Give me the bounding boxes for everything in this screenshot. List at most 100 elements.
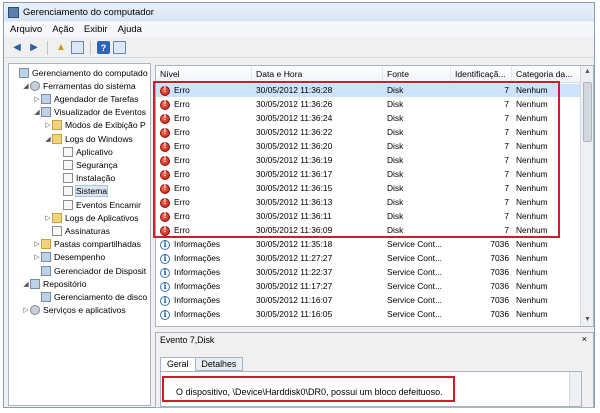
cell-category: Nenhum bbox=[516, 267, 548, 277]
help-icon[interactable]: ? bbox=[97, 41, 110, 54]
menu-exibir[interactable]: Exibir bbox=[84, 24, 108, 35]
info-icon bbox=[160, 239, 170, 250]
title-bar: Gerenciamento do computador bbox=[4, 3, 594, 21]
column-header-datetime[interactable]: Data e Hora bbox=[252, 66, 383, 83]
table-row[interactable]: Erro 30/05/2012 11:36:22 Disk 7 Nenhum bbox=[156, 126, 580, 139]
table-row[interactable]: Informações 30/05/2012 11:16:07 Service Co… bbox=[156, 294, 580, 307]
cell-id: 7036 bbox=[490, 295, 509, 305]
expand-arrow-icon[interactable]: ▷ bbox=[33, 95, 41, 103]
disk-icon bbox=[41, 291, 51, 302]
table-row[interactable]: Informações 30/05/2012 11:22:37 Service Co… bbox=[156, 266, 580, 279]
cell-datetime: 30/05/2012 11:16:07 bbox=[256, 295, 333, 305]
error-icon bbox=[160, 225, 170, 236]
expand-arrow-icon[interactable]: ▷ bbox=[33, 240, 41, 248]
expand-arrow-icon[interactable]: ◢ bbox=[44, 135, 52, 143]
table-row[interactable]: Informações 30/05/2012 11:16:05 Service Co… bbox=[156, 308, 580, 321]
cell-datetime: 30/05/2012 11:36:26 bbox=[256, 99, 333, 109]
cell-category: Nenhum bbox=[516, 281, 548, 291]
cell-category: Nenhum bbox=[516, 99, 548, 109]
back-arrow-icon[interactable]: ◀ bbox=[10, 41, 24, 55]
tree-item[interactable]: ▷ Serviços e aplicativos bbox=[22, 304, 126, 317]
table-row[interactable]: Erro 30/05/2012 11:36:17 Disk 7 Nenhum bbox=[156, 168, 580, 181]
menu-arquivo[interactable]: Arquivo bbox=[10, 24, 42, 35]
tree-item[interactable]: ▷ Desempenho bbox=[33, 251, 105, 264]
expand-arrow-icon[interactable]: ◢ bbox=[22, 82, 30, 90]
detail-scrollbar[interactable] bbox=[569, 372, 581, 406]
tree-item[interactable]: Instalação bbox=[55, 172, 115, 185]
table-row[interactable]: Erro 30/05/2012 11:36:20 Disk 7 Nenhum bbox=[156, 140, 580, 153]
expand-arrow-icon[interactable]: ▷ bbox=[22, 306, 30, 314]
tree-item[interactable]: ◢ Logs do Windows bbox=[44, 132, 133, 145]
error-icon bbox=[160, 99, 170, 110]
table-row[interactable]: Erro 30/05/2012 11:36:19 Disk 7 Nenhum bbox=[156, 154, 580, 167]
column-header-source[interactable]: Fonte bbox=[383, 66, 451, 83]
table-row[interactable]: Erro 30/05/2012 11:36:09 Disk 7 Nenhum bbox=[156, 224, 580, 237]
tree-item[interactable]: ▷ Modos de Exibição P bbox=[44, 119, 146, 132]
table-row[interactable]: Informações 30/05/2012 11:17:27 Service Co… bbox=[156, 280, 580, 293]
close-icon[interactable]: × bbox=[582, 334, 587, 344]
cell-level: Informações bbox=[174, 267, 221, 277]
log-icon bbox=[63, 186, 73, 197]
info-icon bbox=[160, 295, 170, 306]
cell-id: 7036 bbox=[490, 309, 509, 319]
table-row[interactable]: Erro 30/05/2012 11:36:11 Disk 7 Nenhum bbox=[156, 210, 580, 223]
cell-category: Nenhum bbox=[516, 211, 548, 221]
expand-arrow-icon[interactable]: ▷ bbox=[44, 121, 52, 129]
tree-item[interactable]: Segurança bbox=[55, 158, 118, 171]
tree-item[interactable]: Gerenciamento do computado bbox=[11, 66, 148, 79]
column-header-level[interactable]: Nível bbox=[156, 66, 252, 83]
table-row[interactable]: Erro 30/05/2012 11:36:13 Disk 7 Nenhum bbox=[156, 196, 580, 209]
table-row[interactable]: Erro 30/05/2012 11:36:28 Disk 7 Nenhum bbox=[156, 84, 580, 98]
cell-category: Nenhum bbox=[516, 309, 548, 319]
table-row[interactable]: Erro 30/05/2012 11:36:24 Disk 7 Nenhum bbox=[156, 112, 580, 125]
table-row[interactable]: Informações 30/05/2012 11:35:18 Service Co… bbox=[156, 238, 580, 251]
column-header-category[interactable]: Categoria da... bbox=[512, 66, 582, 83]
column-header-event-id[interactable]: Identificaçã... bbox=[451, 66, 512, 83]
tree-item-label: Instalação bbox=[76, 173, 116, 184]
properties-icon[interactable] bbox=[113, 41, 126, 54]
expand-arrow-icon[interactable]: ◢ bbox=[33, 108, 41, 116]
expand-arrow-icon[interactable]: ◢ bbox=[22, 280, 30, 288]
menu-ajuda[interactable]: Ajuda bbox=[118, 24, 142, 35]
error-icon bbox=[160, 85, 170, 96]
tab-detalhes[interactable]: Detalhes bbox=[194, 357, 244, 371]
forward-arrow-icon[interactable]: ▶ bbox=[27, 41, 41, 55]
tree-item[interactable]: ◢ Ferramentas do sistema bbox=[22, 79, 136, 92]
tree-item[interactable]: ▷ Pastas compartilhadas bbox=[33, 238, 141, 251]
scroll-down-icon[interactable]: ▼ bbox=[581, 314, 593, 326]
log-icon bbox=[63, 199, 73, 210]
tools-icon bbox=[30, 80, 40, 91]
cell-category: Nenhum bbox=[516, 183, 548, 193]
tree-item[interactable]: Eventos Encamir bbox=[55, 198, 141, 211]
table-row[interactable]: Erro 30/05/2012 11:36:26 Disk 7 Nenhum bbox=[156, 98, 580, 111]
tree-item[interactable]: Assinaturas bbox=[44, 224, 110, 237]
table-row[interactable]: Erro 30/05/2012 11:36:15 Disk 7 Nenhum bbox=[156, 182, 580, 195]
up-folder-icon[interactable]: ▲ bbox=[54, 41, 68, 55]
tree-item[interactable]: Sistema bbox=[55, 185, 109, 198]
menu-acao[interactable]: Ação bbox=[52, 24, 74, 35]
cell-level: Erro bbox=[174, 197, 190, 207]
tree-item[interactable]: ▷ Agendador de Tarefas bbox=[33, 92, 138, 105]
event-list-scrollbar[interactable]: ▲ ▼ bbox=[580, 66, 593, 326]
show-hide-console-tree-icon[interactable] bbox=[71, 41, 84, 54]
cell-category: Nenhum bbox=[516, 113, 548, 123]
tree-item[interactable]: ▷ Logs de Aplicativos bbox=[44, 211, 139, 224]
cell-source: Service Cont... bbox=[387, 253, 442, 263]
expand-arrow-icon[interactable]: ▷ bbox=[33, 253, 41, 261]
scroll-up-icon[interactable]: ▲ bbox=[581, 66, 593, 78]
tree-item[interactable]: Aplicativo bbox=[55, 145, 113, 158]
shared-folder-icon bbox=[41, 239, 51, 250]
console-tree: Gerenciamento do computado ◢ Ferramentas d… bbox=[8, 63, 151, 406]
expand-arrow-icon[interactable]: ▷ bbox=[44, 214, 52, 222]
table-row[interactable]: Informações 30/05/2012 11:27:27 Service Co… bbox=[156, 252, 580, 265]
cell-source: Service Cont... bbox=[387, 267, 442, 277]
tree-item[interactable]: ◢ Repositório bbox=[22, 277, 86, 290]
cell-source: Service Cont... bbox=[387, 239, 442, 249]
tree-item-label: Assinaturas bbox=[65, 225, 110, 236]
tree-item[interactable]: ◢ Visualizador de Eventos bbox=[33, 106, 146, 119]
cell-level: Erro bbox=[174, 169, 190, 179]
tree-item[interactable]: Gerenciador de Disposit bbox=[33, 264, 146, 277]
scrollbar-thumb[interactable] bbox=[583, 82, 592, 142]
tab-geral[interactable]: Geral bbox=[160, 357, 196, 372]
tree-item[interactable]: Gerenciamento de disco bbox=[33, 290, 147, 303]
